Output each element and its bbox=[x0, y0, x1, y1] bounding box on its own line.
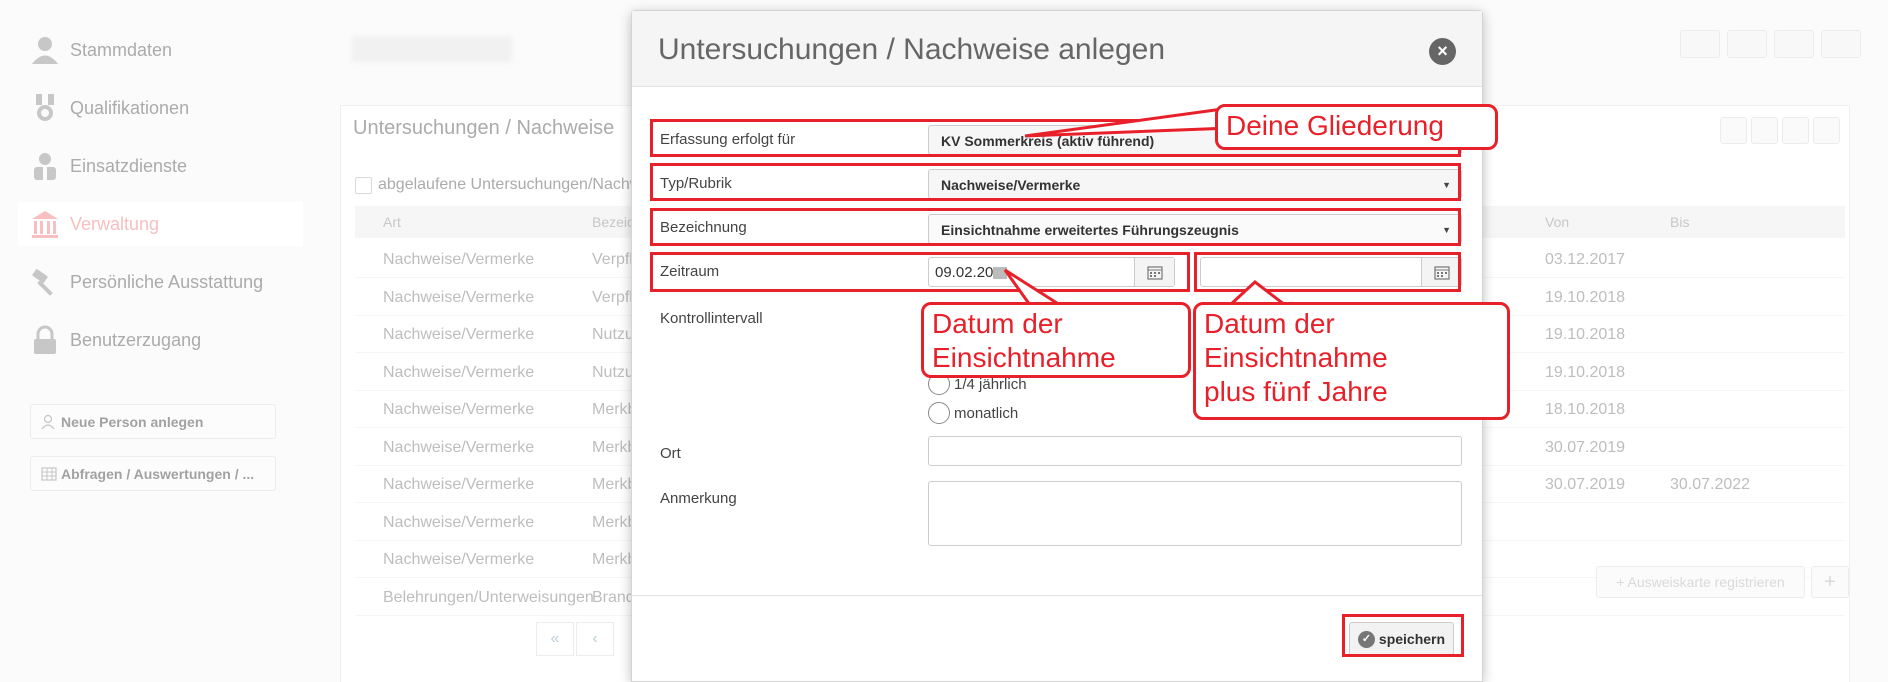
callout-datum-line: Einsichtnahme bbox=[932, 342, 1116, 373]
callout-gliederung-text: Deine Gliederung bbox=[1226, 110, 1444, 141]
pointer-datum bbox=[1003, 268, 1066, 307]
callout-plus-line: Datum der bbox=[1204, 308, 1335, 339]
callout-plus-line: Einsichtnahme bbox=[1204, 342, 1388, 373]
callout-datum: Datum der Einsichtnahme bbox=[921, 302, 1191, 378]
callout-datum-line: Datum der bbox=[932, 308, 1063, 339]
callout-gliederung: Deine Gliederung bbox=[1215, 104, 1498, 150]
callout-plus-line: plus fünf Jahre bbox=[1204, 376, 1388, 407]
pointer-gliederung bbox=[1024, 106, 1232, 138]
callout-datum-plus: Datum der Einsichtnahme plus fünf Jahre bbox=[1193, 302, 1510, 420]
